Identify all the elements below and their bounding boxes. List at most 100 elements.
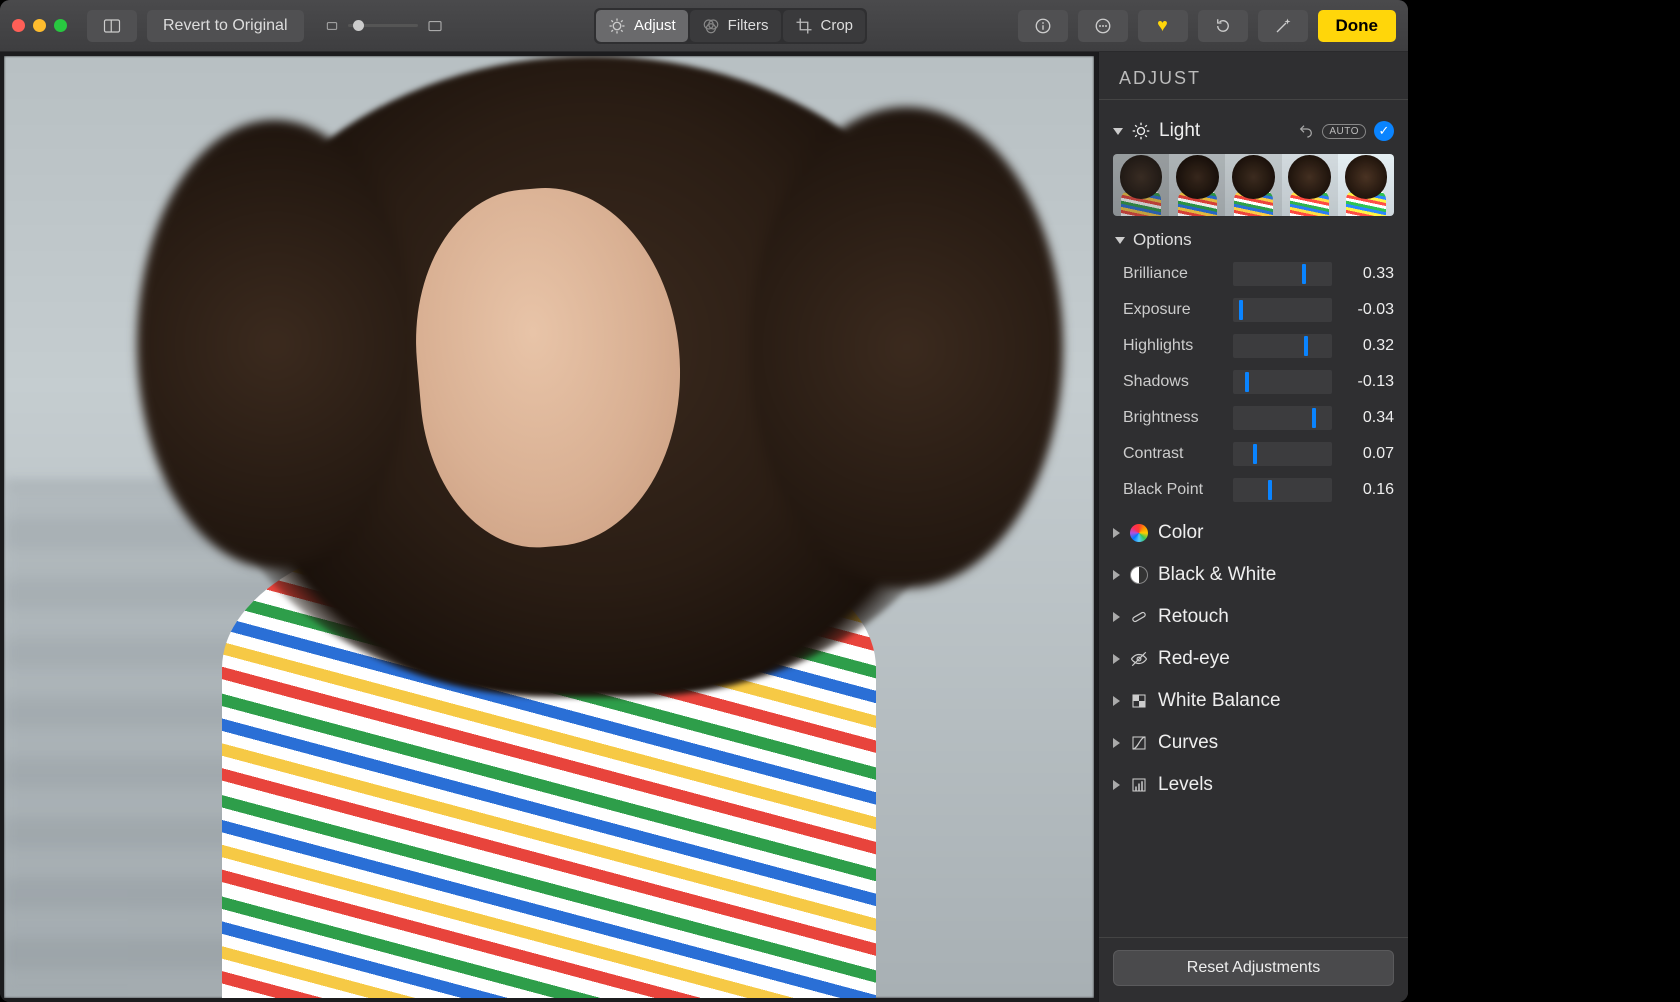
param-label: Brilliance: [1123, 265, 1223, 283]
favorite-button[interactable]: ♥: [1138, 10, 1188, 42]
param-value: -0.13: [1342, 373, 1394, 391]
section-light: Light AUTO ✓: [1099, 110, 1408, 512]
light-options-title: Options: [1133, 230, 1192, 250]
light-preview-strip[interactable]: [1113, 154, 1394, 216]
section-color[interactable]: Color: [1099, 512, 1408, 554]
param-value: 0.34: [1342, 409, 1394, 427]
light-thumb[interactable]: [1225, 154, 1281, 216]
heart-icon: ♥: [1157, 15, 1168, 36]
undo-icon[interactable]: [1298, 123, 1314, 139]
adjust-icon: [608, 17, 626, 35]
param-slider[interactable]: [1233, 442, 1332, 466]
sidebar-body: Light AUTO ✓: [1099, 100, 1408, 937]
light-options-header[interactable]: Options: [1113, 226, 1394, 256]
info-button[interactable]: [1018, 10, 1068, 42]
tab-crop[interactable]: Crop: [783, 10, 866, 42]
section-light-header[interactable]: Light AUTO ✓: [1113, 114, 1394, 148]
param-row-black-point: Black Point0.16: [1123, 472, 1394, 508]
reset-adjustments-button[interactable]: Reset Adjustments: [1113, 950, 1394, 986]
param-label: Black Point: [1123, 481, 1223, 499]
enabled-check-icon[interactable]: ✓: [1374, 121, 1394, 141]
minimize-window-button[interactable]: [33, 19, 46, 32]
photos-edit-window: Revert to Original Adjust Filters Crop: [0, 0, 1408, 1002]
content-area: ADJUST Light AUTO ✓: [0, 52, 1408, 1002]
light-thumb[interactable]: [1113, 154, 1169, 216]
light-thumb[interactable]: [1338, 154, 1394, 216]
chevron-right-icon: [1113, 528, 1120, 538]
param-row-brightness: Brightness 0.34: [1123, 400, 1394, 436]
param-value: -0.03: [1342, 301, 1394, 319]
param-slider[interactable]: [1233, 406, 1332, 430]
section-title: Color: [1158, 522, 1394, 544]
sidebar-footer: Reset Adjustments: [1099, 937, 1408, 1002]
section-redeye[interactable]: Red-eye: [1099, 638, 1408, 680]
param-slider[interactable]: [1233, 370, 1332, 394]
filters-icon: [702, 17, 720, 35]
sidebar-title: ADJUST: [1099, 52, 1408, 100]
done-button[interactable]: Done: [1318, 10, 1397, 42]
light-thumb[interactable]: [1282, 154, 1338, 216]
color-icon: [1130, 524, 1148, 542]
param-slider[interactable]: [1233, 478, 1332, 502]
chevron-down-icon: [1115, 237, 1125, 244]
param-label: Brightness: [1123, 409, 1223, 427]
tab-crop-label: Crop: [821, 17, 854, 34]
section-title: Retouch: [1158, 606, 1394, 628]
revert-button[interactable]: Revert to Original: [147, 10, 304, 42]
chevron-right-icon: [1113, 696, 1120, 706]
traffic-lights: [12, 19, 67, 32]
param-label: Exposure: [1123, 301, 1223, 319]
zoom-in-icon: [426, 17, 444, 35]
close-window-button[interactable]: [12, 19, 25, 32]
section-levels[interactable]: Levels: [1099, 764, 1408, 806]
tab-filters[interactable]: Filters: [690, 10, 781, 42]
fullscreen-window-button[interactable]: [54, 19, 67, 32]
sidebar-toggle-button[interactable]: [87, 10, 137, 42]
param-label: Contrast: [1123, 445, 1223, 463]
crop-icon: [795, 17, 813, 35]
auto-button[interactable]: AUTO: [1322, 124, 1366, 139]
chevron-right-icon: [1113, 654, 1120, 664]
param-row-highlights: Highlights0.32: [1123, 328, 1394, 364]
adjust-sidebar: ADJUST Light AUTO ✓: [1098, 52, 1408, 1002]
section-title: Levels: [1158, 774, 1394, 796]
param-row-exposure: Exposure -0.03: [1123, 292, 1394, 328]
ellipsis-icon: [1094, 17, 1112, 35]
auto-enhance-button[interactable]: [1258, 10, 1308, 42]
param-row-shadows: Shadows -0.13: [1123, 364, 1394, 400]
rotate-button[interactable]: [1198, 10, 1248, 42]
param-slider[interactable]: [1233, 298, 1332, 322]
bw-icon: [1130, 566, 1148, 584]
param-value: 0.07: [1342, 445, 1394, 463]
light-thumb[interactable]: [1169, 154, 1225, 216]
photo-preview: [4, 56, 1094, 998]
wand-icon: [1274, 17, 1292, 35]
photo-canvas[interactable]: [0, 52, 1098, 1002]
param-value: 0.33: [1342, 265, 1394, 283]
param-row-brilliance: Brilliance 0.33: [1123, 256, 1394, 292]
section-curves[interactable]: Curves: [1099, 722, 1408, 764]
section-title: Curves: [1158, 732, 1394, 754]
section-light-actions: AUTO ✓: [1298, 121, 1394, 141]
sidebar-icon: [103, 17, 121, 35]
section-retouch[interactable]: Retouch: [1099, 596, 1408, 638]
section-title: White Balance: [1158, 690, 1394, 712]
param-label: Shadows: [1123, 373, 1223, 391]
titlebar: Revert to Original Adjust Filters Crop: [0, 0, 1408, 52]
param-value: 0.32: [1342, 337, 1394, 355]
section-whitebalance[interactable]: White Balance: [1099, 680, 1408, 722]
tab-adjust[interactable]: Adjust: [596, 10, 688, 42]
light-params: Brilliance 0.33 Exposure -0.03 Highlights0.3…: [1123, 256, 1394, 508]
section-light-title: Light: [1159, 120, 1290, 142]
section-bw[interactable]: Black & White: [1099, 554, 1408, 596]
whitebalance-icon: [1130, 692, 1148, 710]
bandage-icon: [1130, 608, 1148, 626]
tab-filters-label: Filters: [728, 17, 769, 34]
tab-adjust-label: Adjust: [634, 17, 676, 34]
param-slider[interactable]: [1233, 334, 1332, 358]
chevron-right-icon: [1113, 612, 1120, 622]
chevron-right-icon: [1113, 780, 1120, 790]
param-slider[interactable]: [1233, 262, 1332, 286]
zoom-slider[interactable]: [348, 24, 418, 27]
more-button[interactable]: [1078, 10, 1128, 42]
